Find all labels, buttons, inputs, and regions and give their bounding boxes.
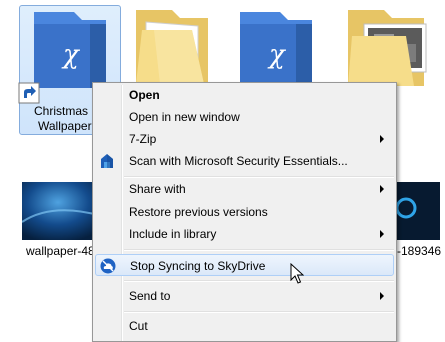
- blue-folder-icon: χ: [34, 12, 106, 88]
- shortcut-arrow-icon: [18, 82, 40, 104]
- menu-item-scan-mse[interactable]: Scan with Microsoft Security Essentials.…: [95, 151, 394, 171]
- menu-separator: [124, 176, 394, 178]
- menu-separator: [124, 311, 394, 313]
- menu-item-label: Include in library: [129, 227, 217, 241]
- menu-item-open-new-window[interactable]: Open in new window: [95, 107, 394, 127]
- folder-label-line1: Christmas: [34, 104, 89, 118]
- menu-item-7zip[interactable]: 7-Zip: [95, 129, 394, 149]
- menu-item-stop-syncing-skydrive[interactable]: Stop Syncing to SkyDrive: [95, 254, 394, 276]
- menu-item-label: 7-Zip: [129, 132, 157, 146]
- menu-separator: [124, 280, 394, 282]
- mouse-cursor-icon: [290, 263, 304, 284]
- wallpaper-image: [21, 182, 103, 240]
- menu-item-label: Stop Syncing to SkyDrive: [130, 259, 266, 273]
- folder-blue-2[interactable]: χ: [236, 10, 316, 90]
- yellow-folder-icon: [136, 10, 208, 86]
- menu-item-share-with[interactable]: Share with: [95, 179, 394, 199]
- menu-item-cut[interactable]: Cut: [95, 316, 394, 336]
- menu-item-restore-previous[interactable]: Restore previous versions: [95, 202, 394, 222]
- svg-text:χ: χ: [61, 40, 81, 70]
- folder-yellow-1[interactable]: [132, 6, 212, 90]
- submenu-arrow-icon: [380, 185, 384, 193]
- submenu-arrow-icon: [380, 292, 384, 300]
- wallpaper-thumbnail-1[interactable]: [21, 182, 103, 240]
- menu-separator: [124, 249, 394, 251]
- menu-item-open[interactable]: Open: [95, 85, 394, 105]
- menu-item-label: Restore previous versions: [129, 205, 268, 219]
- folder-photos[interactable]: [344, 6, 434, 90]
- menu-item-label: Cut: [129, 319, 148, 333]
- menu-item-label: Open: [129, 88, 160, 102]
- menu-item-label: Share with: [129, 182, 186, 196]
- context-menu: Open Open in new window 7-Zip Scan with …: [92, 82, 397, 342]
- menu-item-send-to[interactable]: Send to: [95, 286, 394, 306]
- photo-folder-icon: [348, 10, 427, 86]
- blue-folder-icon: χ: [240, 12, 312, 88]
- wallpaper-label: wallpaper-48: [26, 244, 95, 258]
- wallpaper-label-2: -189346: [397, 244, 442, 258]
- menu-item-label: Open in new window: [129, 110, 240, 124]
- menu-item-include-library[interactable]: Include in library: [95, 224, 394, 244]
- submenu-arrow-icon: [380, 230, 384, 238]
- submenu-arrow-icon: [380, 135, 384, 143]
- folder-label-line2: Wallpapers: [38, 119, 98, 133]
- folder-christmas-wallpapers[interactable]: χ: [18, 10, 110, 104]
- svg-text:χ: χ: [267, 40, 287, 70]
- skydrive-icon: [100, 258, 116, 274]
- menu-item-label: Send to: [129, 289, 171, 303]
- menu-item-label: Scan with Microsoft Security Essentials.…: [129, 154, 348, 168]
- security-essentials-icon: [101, 154, 113, 168]
